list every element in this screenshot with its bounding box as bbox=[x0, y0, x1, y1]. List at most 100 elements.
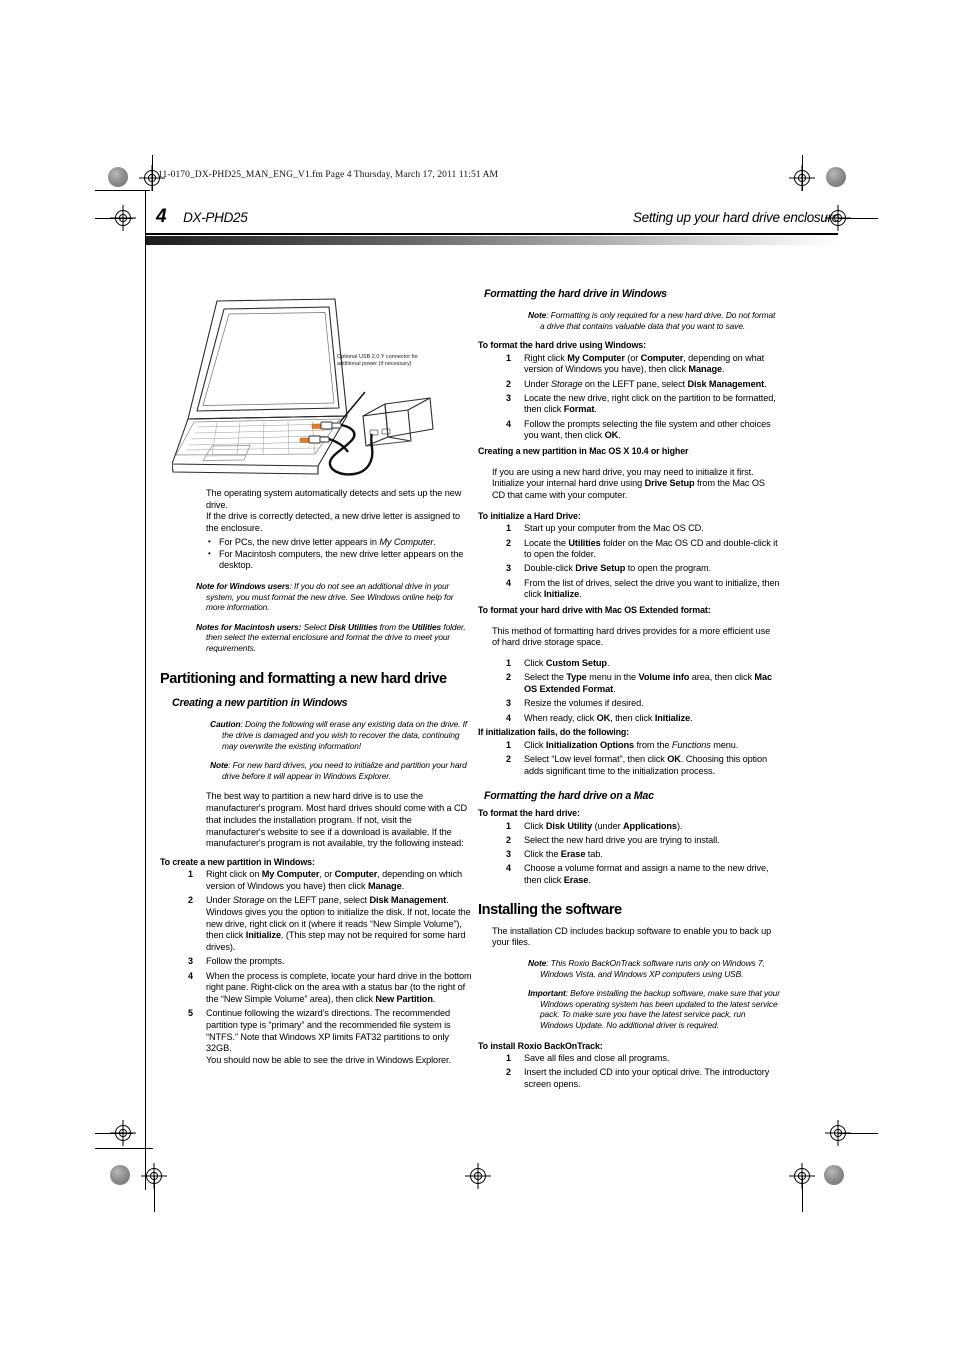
steps-mac-extended-format: 1 Click Custom Setup. 2 Select the Type me… bbox=[478, 658, 780, 724]
list-item: 1 Right click on My Computer, or Computer… bbox=[188, 869, 463, 892]
list-item: For Macintosh computers, the new drive l… bbox=[206, 548, 472, 572]
step-number: 1 bbox=[506, 820, 511, 831]
crop-line-top-left-horizontal bbox=[95, 218, 133, 219]
subsection-heading-format-mac: Formatting the hard drive on a Mac bbox=[484, 790, 654, 803]
registration-target-bottom-center bbox=[465, 1163, 491, 1189]
procedure-heading-format-hard-drive-mac: To format the hard drive: bbox=[478, 808, 580, 819]
right-column: Formatting the hard drive in Windows Not… bbox=[478, 288, 780, 1093]
list-item: 4 When ready, click OK, then click Initia… bbox=[506, 712, 693, 723]
step-number: 4 bbox=[188, 970, 193, 981]
steps-initialize-hard-drive: 1 Start up your computer from the Mac OS … bbox=[478, 523, 780, 601]
procedure-heading-create-partition-windows: To create a new partition in Windows: bbox=[160, 856, 315, 867]
list-item: 4 From the list of drives, select the dri… bbox=[506, 577, 780, 600]
note-roxio-label: Note bbox=[528, 958, 547, 969]
figure-caption: Optional USB 2.0 Y connector for additio… bbox=[337, 354, 419, 368]
page-trim-edge-left bbox=[145, 190, 146, 1190]
step-number: 5 bbox=[188, 1008, 193, 1019]
list-item: 3 Double-click Drive Setup to open the pr… bbox=[506, 563, 712, 574]
heading-initialization-fails: If initialization fails, do the followin… bbox=[478, 727, 630, 738]
crop-line-right-vertical-bottom bbox=[802, 1176, 803, 1212]
laptop-enclosure-illustration bbox=[172, 298, 434, 476]
steps-initialization-fails: 1 Click Initialization Options from the F… bbox=[478, 740, 780, 778]
list-item: 2 Select the new hard drive you are tryin… bbox=[506, 834, 720, 845]
important-service-pack: Important: Before installing the backup … bbox=[528, 988, 780, 1031]
list-item: 1 Start up your computer from the Mac OS … bbox=[506, 523, 704, 534]
body-create-partition-mac: If you are using a new hard drive, you m… bbox=[492, 466, 765, 501]
step-number: 1 bbox=[188, 869, 193, 880]
intro-paragraph-1: The operating system automatically detec… bbox=[206, 488, 462, 510]
step-number: 3 bbox=[506, 849, 511, 860]
section-heading-installing-software: Installing the software bbox=[478, 901, 622, 918]
body-mac-extended-format: This method of formatting hard drives pr… bbox=[492, 625, 771, 648]
list-item: 4 Follow the prompts selecting the file s… bbox=[506, 418, 771, 441]
list-item: 3 Follow the prompts. bbox=[188, 956, 285, 967]
caution-erase-data: Caution: Doing the following will erase … bbox=[210, 719, 468, 751]
list-item: For PCs, the new drive letter appears in… bbox=[206, 536, 472, 549]
list-item: 1 Click Initialization Options from the F… bbox=[506, 739, 739, 750]
list-item: 2 Select “Low level format”, then click O… bbox=[506, 753, 768, 776]
step-number: 4 bbox=[506, 577, 511, 588]
subsection-heading-format-windows: Formatting the hard drive in Windows bbox=[484, 288, 667, 300]
left-column: Optional USB 2.0 Y connector for additio… bbox=[160, 288, 472, 1069]
step-number: 3 bbox=[506, 392, 511, 403]
step-number: 3 bbox=[188, 956, 193, 967]
list-item: 2 Insert the included CD into your optica… bbox=[506, 1067, 770, 1089]
step-number: 4 bbox=[506, 418, 511, 429]
crop-line-left-vertical-top bbox=[152, 155, 153, 191]
step-number: 1 bbox=[506, 352, 511, 363]
list-item: 2 Under Storage on the LEFT pane, select … bbox=[188, 895, 471, 953]
list-item: 2 Under Storage on the LEFT pane, select … bbox=[506, 378, 767, 389]
step-number: 3 bbox=[506, 563, 511, 574]
note-initialize-partition: Note: For new hard drives, you need to i… bbox=[210, 760, 467, 781]
step-number: 4 bbox=[506, 712, 511, 723]
registration-dot-bottom-left bbox=[110, 1165, 130, 1185]
crop-line-bottom-right-horizontal bbox=[838, 1133, 878, 1134]
step-number: 2 bbox=[506, 378, 511, 389]
important-label: Important bbox=[528, 988, 566, 999]
crop-line-bottom-left-horizontal bbox=[95, 1133, 133, 1134]
caution-label: Caution bbox=[210, 719, 241, 730]
steps-format-hard-drive-mac: 1 Click Disk Utility (under Applications)… bbox=[478, 821, 780, 887]
crop-line-right-vertical-top bbox=[802, 155, 803, 191]
step-number: 4 bbox=[506, 863, 511, 874]
list-item: 1 Save all files and close all programs. bbox=[506, 1053, 670, 1064]
best-way-paragraph: The best way to partition a new hard dri… bbox=[206, 791, 468, 849]
step-number: 2 bbox=[506, 1067, 511, 1078]
procedure-heading-mac-extended-format: To format your hard drive with Mac OS Ex… bbox=[478, 605, 711, 616]
closing-line: You should now be able to see the drive … bbox=[206, 1054, 451, 1065]
step-number: 1 bbox=[506, 739, 511, 750]
step-number: 2 bbox=[506, 672, 511, 683]
crop-line-left-vertical-bottom bbox=[154, 1176, 155, 1212]
step-number: 1 bbox=[506, 1053, 511, 1064]
steps-install-roxio: 1 Save all files and close all programs. … bbox=[478, 1053, 780, 1091]
list-item: 1 Right click My Computer (or Computer, d… bbox=[506, 352, 765, 375]
steps-format-windows: 1 Right click My Computer (or Computer, d… bbox=[478, 353, 780, 442]
list-item: 4 When the process is complete, locate yo… bbox=[188, 970, 472, 1004]
note-macintosh-users: Notes for Macintosh users: Select Disk U… bbox=[196, 621, 466, 653]
list-item: 1 Click Disk Utility (under Applications)… bbox=[506, 820, 683, 831]
intro-paragraph-2: If the drive is correctly detected, a ne… bbox=[206, 511, 461, 534]
document-file-info-line: 11-0170_DX-PHD25_MAN_ENG_V1.fm Page 4 Th… bbox=[158, 170, 499, 180]
registration-dot-top-left bbox=[108, 167, 128, 187]
procedure-heading-install-roxio: To install Roxio BackOnTrack: bbox=[478, 1040, 603, 1051]
step-number: 2 bbox=[506, 834, 511, 845]
header-gradient-bar bbox=[146, 236, 838, 245]
header-rule bbox=[146, 233, 838, 235]
body-installing-software: The installation CD includes backup soft… bbox=[492, 925, 772, 948]
list-item: 1 Click Custom Setup. bbox=[506, 658, 610, 669]
step-number: 1 bbox=[506, 523, 511, 534]
step-number: 2 bbox=[188, 895, 193, 906]
figure-laptop-hard-drive-connection: Optional USB 2.0 Y connector for additio… bbox=[172, 288, 472, 488]
detection-bullet-list: For PCs, the new drive letter appears in… bbox=[160, 536, 472, 572]
list-item: 3 Click the Erase tab. bbox=[506, 849, 603, 860]
list-item: 2 Locate the Utilities folder on the Mac … bbox=[506, 537, 778, 560]
procedure-heading-initialize-hard-drive: To initialize a Hard Drive: bbox=[478, 510, 581, 521]
subsection-heading-create-partition-windows: Creating a new partition in Windows bbox=[172, 697, 348, 710]
note-roxio-compatibility: Note: This Roxio BackOnTrack software ru… bbox=[528, 958, 765, 979]
page-number: 4 bbox=[156, 206, 167, 227]
registration-dot-bottom-right bbox=[824, 1165, 844, 1185]
note-formatting-required: Note: Formatting is only required for a … bbox=[528, 310, 776, 331]
crop-line-page-top-rule bbox=[95, 190, 150, 191]
note-windows-users: Note for Windows users: If you do not se… bbox=[196, 580, 454, 613]
note-macintosh-users-label: Notes for Macintosh users: bbox=[196, 621, 302, 632]
